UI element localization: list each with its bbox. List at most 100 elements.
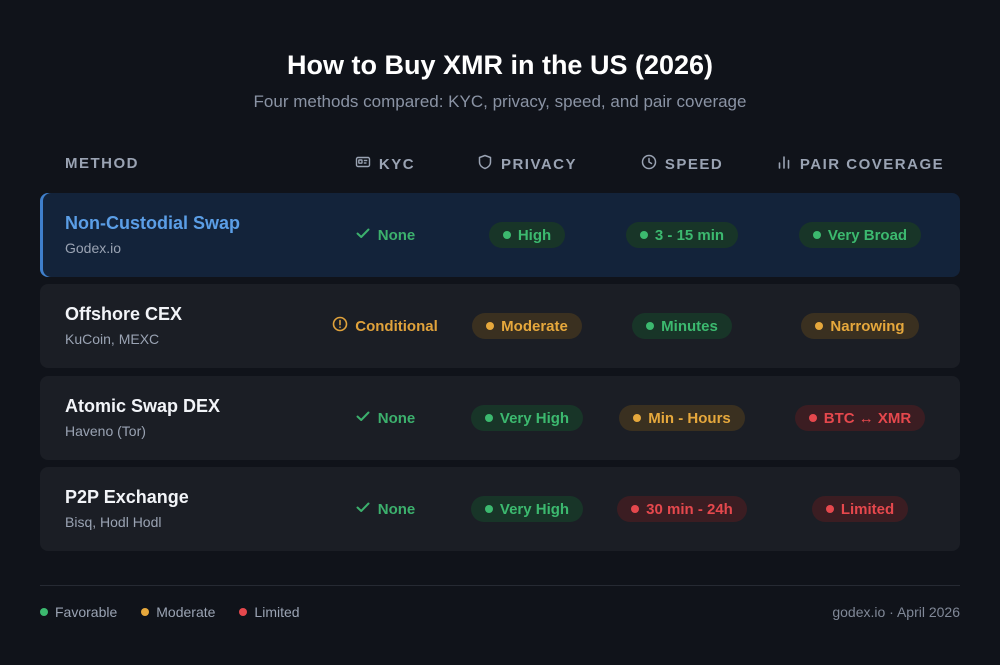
status-dot — [825, 505, 834, 513]
status-dot — [633, 414, 642, 422]
speed-label: 3 - 15 min — [654, 226, 725, 244]
privacy-label: Moderate — [501, 317, 568, 335]
privacy-label: Very High — [499, 500, 570, 518]
privacy-cell: High — [460, 193, 594, 277]
status-dot — [808, 414, 817, 422]
speed-badge: 30 min - 24h — [617, 496, 747, 522]
kyc-label: None — [377, 500, 416, 518]
kyc-cell: None — [325, 193, 445, 277]
privacy-cell: Very High — [460, 467, 594, 551]
legend: Favorable Moderate Limited — [40, 604, 300, 620]
status-dot — [812, 231, 821, 239]
pair-coverage-label: Limited — [840, 500, 895, 518]
kyc-status: Conditional — [332, 316, 438, 336]
column-header-kyc-label: KYC — [378, 155, 416, 173]
speed-cell: 3 - 15 min — [612, 193, 752, 277]
kyc-status: None — [355, 408, 416, 428]
status-dot — [486, 322, 495, 330]
legend-label: Favorable — [55, 604, 118, 620]
kyc-label: None — [377, 226, 416, 244]
status-dot — [502, 231, 511, 239]
pair-coverage-cell: Limited — [770, 467, 950, 551]
table-row[interactable]: Atomic Swap DEX Haveno (Tor) None Very H… — [40, 376, 960, 460]
status-dot — [631, 505, 640, 513]
speed-cell: Minutes — [612, 284, 752, 368]
speed-badge: 3 - 15 min — [625, 222, 739, 248]
method-name: Atomic Swap DEX — [65, 396, 221, 416]
privacy-label: High — [517, 226, 552, 244]
legend-dot — [239, 608, 248, 616]
pair-coverage-cell: Narrowing — [770, 284, 950, 368]
pair-coverage-badge: Narrowing — [801, 313, 919, 339]
column-header-pair-coverage: PAIR COVERAGE — [770, 150, 950, 178]
page-title: How to Buy XMR in the US (2026) — [286, 50, 714, 80]
pair-coverage-label: Very Broad — [827, 226, 908, 244]
speed-cell: Min - Hours — [612, 376, 752, 460]
shield-icon — [477, 154, 493, 174]
kyc-status: None — [355, 499, 416, 519]
check-icon — [355, 225, 371, 245]
privacy-cell: Moderate — [460, 284, 594, 368]
table-row[interactable]: P2P Exchange Bisq, Hodl Hodl None Very H… — [40, 467, 960, 551]
check-icon — [355, 408, 371, 428]
bar-chart-icon — [776, 154, 792, 174]
status-dot — [484, 505, 493, 513]
check-icon — [355, 499, 371, 519]
legend-item-limited: Limited — [239, 604, 300, 620]
speed-label: Minutes — [661, 317, 718, 335]
kyc-label: Conditional — [355, 317, 438, 335]
clock-icon — [641, 154, 657, 174]
pair-coverage-badge: Very Broad — [798, 222, 922, 248]
speed-label: Min - Hours — [648, 409, 731, 427]
kyc-status: None — [355, 225, 416, 245]
method-name: Non-Custodial Swap — [65, 213, 240, 233]
speed-label: 30 min - 24h — [646, 500, 733, 518]
method-provider: KuCoin, MEXC — [65, 331, 160, 347]
pair-coverage-label: Narrowing — [830, 317, 905, 335]
footer-divider — [40, 585, 960, 586]
legend-dot — [141, 608, 150, 616]
column-header-speed: SPEED — [612, 150, 752, 178]
table-row[interactable]: Non-Custodial Swap Godex.io None High 3 … — [40, 193, 960, 277]
table-row[interactable]: Offshore CEX KuCoin, MEXC Conditional Mo… — [40, 284, 960, 368]
pair-coverage-cell: Very Broad — [770, 193, 950, 277]
privacy-label: Very High — [499, 409, 570, 427]
column-header-speed-label: SPEED — [664, 155, 724, 173]
table-header: METHOD KYC PRIVACY SPEED PAIR COVERAGE — [40, 150, 960, 178]
privacy-badge: Moderate — [472, 313, 582, 339]
speed-badge: Minutes — [632, 313, 732, 339]
column-header-privacy-label: PRIVACY — [500, 155, 578, 173]
privacy-badge: Very High — [470, 496, 584, 522]
pair-coverage-cell: BTC ↔ XMR — [770, 376, 950, 460]
legend-item-moderate: Moderate — [141, 604, 215, 620]
kyc-cell: Conditional — [325, 284, 445, 368]
kyc-cell: None — [325, 376, 445, 460]
legend-label: Moderate — [156, 604, 216, 620]
status-dot — [639, 231, 648, 239]
column-header-kyc: KYC — [345, 150, 425, 178]
speed-cell: 30 min - 24h — [612, 467, 752, 551]
source-credit: godex.io · April 2026 — [832, 604, 960, 620]
pair-coverage-badge: BTC ↔ XMR — [794, 405, 926, 431]
legend-label: Limited — [254, 604, 300, 620]
status-dot — [646, 322, 655, 330]
legend-dot — [40, 608, 48, 616]
privacy-badge: High — [488, 222, 566, 248]
privacy-badge: Very High — [470, 405, 584, 431]
id-card-icon — [355, 154, 371, 174]
method-provider: Godex.io — [65, 240, 122, 256]
privacy-cell: Very High — [460, 376, 594, 460]
method-provider: Haveno (Tor) — [65, 423, 146, 439]
column-header-pair-label: PAIR COVERAGE — [799, 155, 945, 173]
method-name: Offshore CEX — [65, 304, 183, 324]
status-dot — [484, 414, 493, 422]
pair-coverage-badge: Limited — [811, 496, 909, 522]
method-name: P2P Exchange — [65, 487, 189, 507]
column-header-method: METHOD — [65, 155, 139, 172]
alert-circle-icon — [332, 316, 348, 336]
kyc-cell: None — [325, 467, 445, 551]
kyc-label: None — [377, 409, 416, 427]
status-dot — [815, 322, 824, 330]
column-header-privacy: PRIVACY — [460, 150, 594, 178]
legend-item-favorable: Favorable — [40, 604, 117, 620]
